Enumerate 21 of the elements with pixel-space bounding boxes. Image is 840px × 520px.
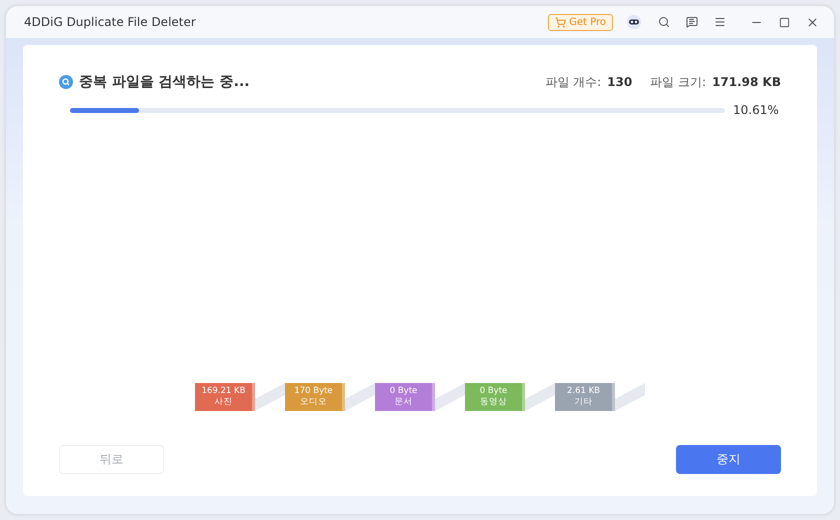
ribbon-shape bbox=[435, 383, 465, 411]
search-icon bbox=[59, 75, 73, 89]
stop-button[interactable]: 중지 bbox=[676, 445, 781, 474]
category-tile: 169.21 KB 사진 bbox=[195, 383, 255, 411]
category-tile: 0 Byte 동영상 bbox=[465, 383, 525, 411]
file-count-label: 파일 개수: bbox=[545, 74, 602, 90]
file-count: 130 bbox=[607, 75, 632, 89]
category-tile: 170 Byte 오디오 bbox=[285, 383, 345, 411]
file-size: 171.98 KB bbox=[712, 75, 781, 89]
progress-percent: 10.61% bbox=[733, 103, 780, 117]
category-tile: 2.61 KB 기타 bbox=[555, 383, 615, 411]
ribbon-shape bbox=[615, 383, 645, 411]
ribbon-shape bbox=[525, 383, 555, 411]
category-tile: 0 Byte 문서 bbox=[375, 383, 435, 411]
scan-status: 중복 파일을 검색하는 중... bbox=[79, 73, 251, 91]
ribbon-shape bbox=[255, 383, 285, 411]
ribbon-shape bbox=[345, 383, 375, 411]
get-pro-button[interactable]: Get Pro bbox=[548, 14, 613, 30]
window-title: 4DDiG Duplicate File Deleter bbox=[24, 15, 197, 29]
cart-icon bbox=[555, 16, 566, 28]
file-size-label: 파일 크기: bbox=[650, 74, 706, 90]
